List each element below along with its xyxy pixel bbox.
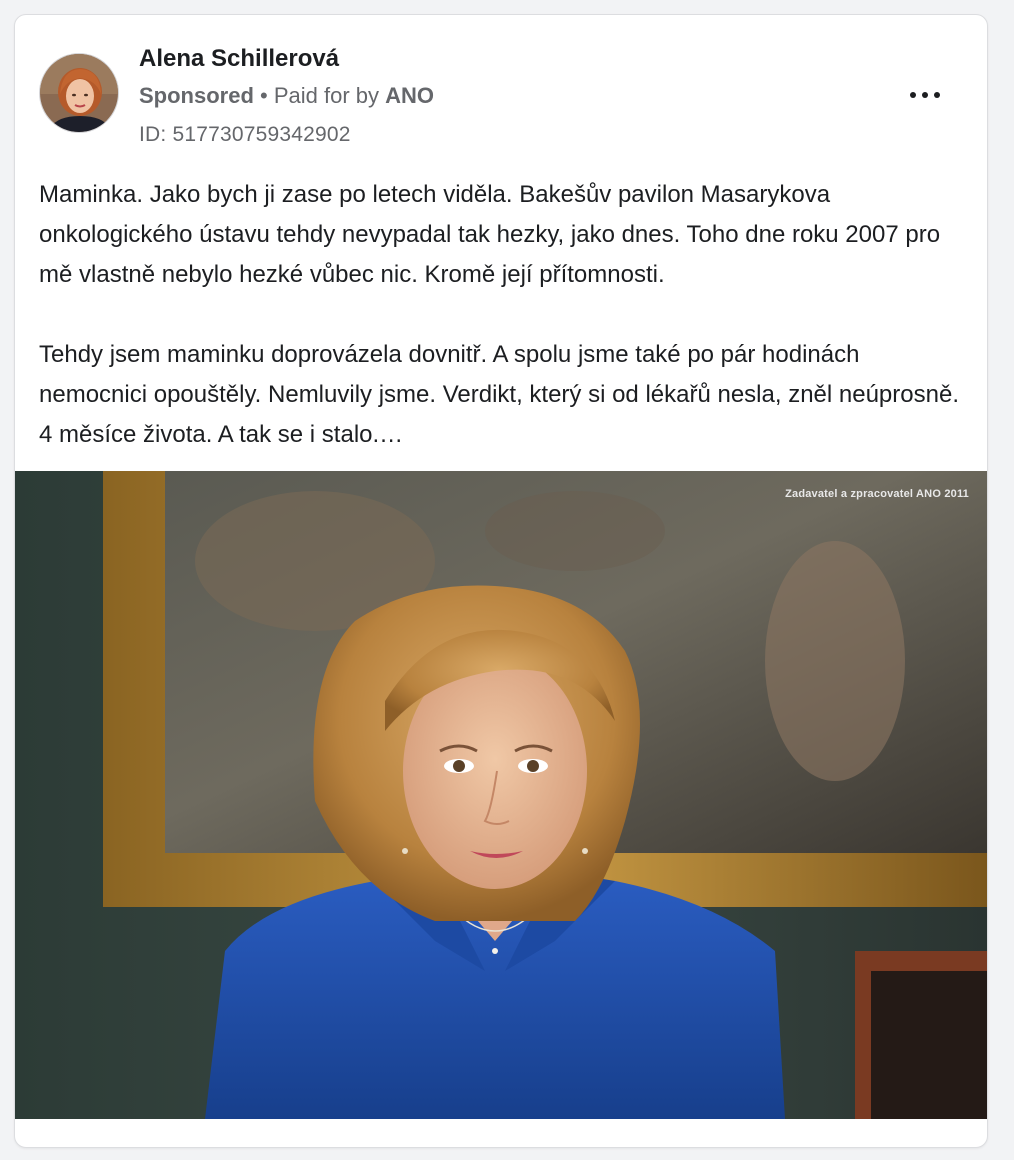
sponsorship-line: Sponsored • Paid for by ANO xyxy=(139,83,434,109)
post-paragraph: Maminka. Jako bych ji zase po letech vid… xyxy=(39,181,941,288)
more-options-icon[interactable] xyxy=(909,83,941,107)
sponsored-label: Sponsored xyxy=(139,83,254,108)
author-name[interactable]: Alena Schillerová xyxy=(139,45,339,73)
post-header: Alena Schillerová Sponsored • Paid for b… xyxy=(15,15,987,155)
portrait-photo xyxy=(15,471,987,1119)
ad-card: Alena Schillerová Sponsored • Paid for b… xyxy=(14,14,988,1148)
post-text: Maminka. Jako bych ji zase po letech vid… xyxy=(39,175,969,455)
ad-id: ID: 517730759342902 xyxy=(139,123,351,146)
more-dot xyxy=(922,92,928,98)
avatar-image xyxy=(40,54,118,132)
meta-separator: • xyxy=(253,83,274,108)
post-paragraph: Tehdy jsem maminku doprovázela dovnitř. … xyxy=(39,341,959,448)
sponsor-name[interactable]: ANO xyxy=(385,83,434,108)
more-dot xyxy=(910,92,916,98)
post-image[interactable]: Zadavatel a zpracovatel ANO 2011 xyxy=(15,471,987,1119)
image-watermark: Zadavatel a zpracovatel ANO 2011 xyxy=(785,488,969,500)
more-dot xyxy=(934,92,940,98)
author-avatar[interactable] xyxy=(39,53,119,133)
paid-for-label: Paid for by xyxy=(273,83,386,108)
